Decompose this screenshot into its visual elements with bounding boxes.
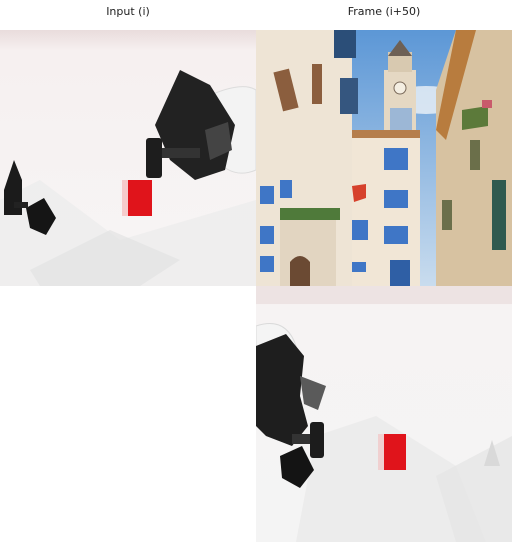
header-frame: Frame (i+50) xyxy=(347,5,421,18)
output-frame-robot xyxy=(256,286,512,542)
empty-panel xyxy=(0,286,256,542)
output-frame-street xyxy=(256,30,512,286)
red-cube xyxy=(128,180,152,216)
header-input: Input (i) xyxy=(106,5,150,18)
input-frame-robot xyxy=(0,30,256,286)
